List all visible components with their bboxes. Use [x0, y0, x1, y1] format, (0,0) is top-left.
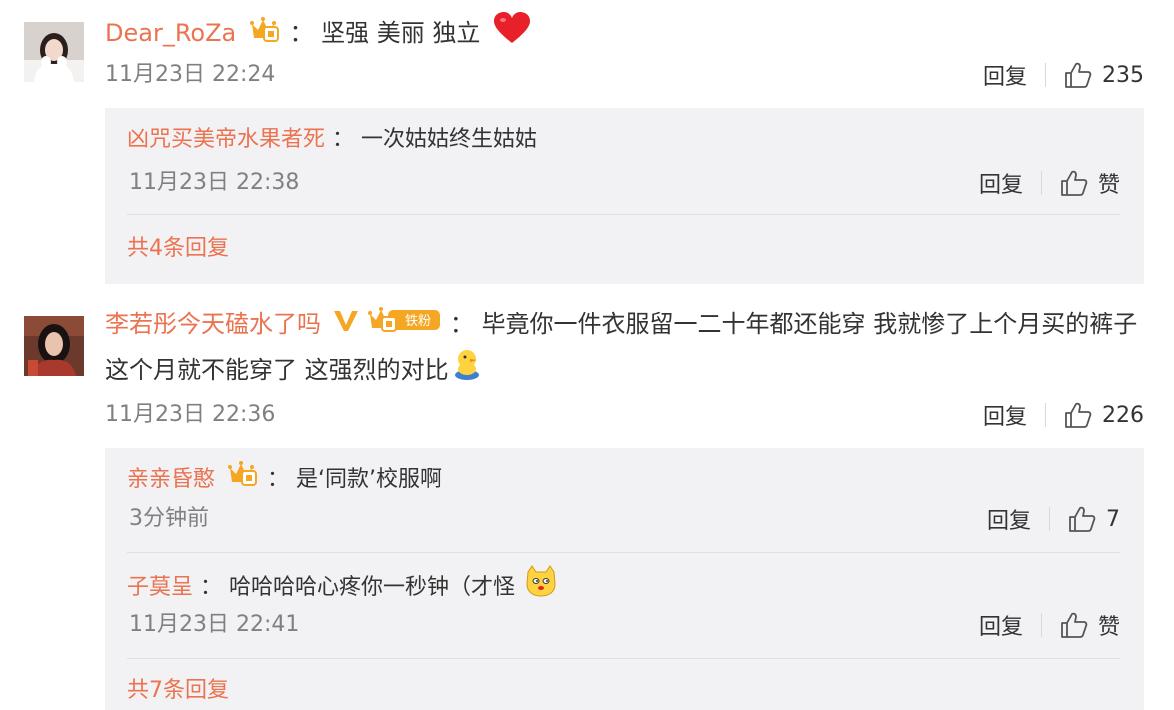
reply-separator: [127, 552, 1120, 553]
comment-time: 11月23日 22:24: [105, 62, 276, 87]
divider: [1049, 507, 1050, 531]
reply-actions: 回复 赞: [979, 168, 1120, 198]
reply-header: 子莫呈 ： 哈哈哈哈心疼你一秒钟（才怪: [127, 564, 1124, 612]
thumbs-up-icon: [1061, 612, 1088, 638]
reply-username[interactable]: 凶咒买美帝水果者死: [127, 127, 325, 152]
reply-actions: 回复 赞: [979, 610, 1120, 640]
reply-username[interactable]: 亲亲昏憨: [127, 467, 215, 492]
colon: ：: [289, 19, 314, 47]
comment-username[interactable]: Dear_RoZa: [105, 19, 236, 47]
like-button[interactable]: 226: [1064, 401, 1144, 429]
thumbs-up-icon: [1061, 170, 1088, 196]
like-button[interactable]: 235: [1064, 61, 1144, 89]
thumbs-up-icon: [1069, 506, 1096, 532]
more-replies-link[interactable]: 共7条回复: [127, 676, 229, 706]
reply-section: 亲亲昏憨 ： 是‘同款’校服啊 3分钟前 回复 7 子莫呈 ： 哈哈哈哈心疼你一…: [105, 448, 1144, 710]
reply-item: 亲亲昏憨 ： 是‘同款’校服啊 3分钟前 回复 7: [105, 448, 1144, 552]
reply-item: 子莫呈 ： 哈哈哈哈心疼你一秒钟（才怪 11月23日 22:41 回复 赞: [105, 554, 1144, 658]
reply-separator: [127, 214, 1120, 215]
thumbs-up-icon: [1065, 402, 1092, 428]
comment-item: Dear_RoZa ： 坚强 美丽 独立 11月23日 22:24 回复 235…: [0, 0, 1174, 290]
reply-header: 亲亲昏憨 ： 是‘同款’校服啊: [127, 460, 1124, 500]
divider: [1040, 171, 1042, 195]
user-avatar[interactable]: [24, 316, 84, 376]
colon: ：: [267, 467, 290, 492]
reply-button[interactable]: 回复: [983, 399, 1027, 431]
more-replies-link[interactable]: 共4条回复: [127, 234, 229, 264]
reply-text: 是‘同款’校服啊: [296, 467, 443, 492]
colon: ：: [449, 310, 474, 338]
reply-time: 11月23日 22:38: [129, 170, 300, 195]
reply-username[interactable]: 子莫呈: [127, 575, 193, 600]
crown-vip-badge-icon[interactable]: [249, 14, 280, 54]
comment-item: 李若彤今天磕水了吗 铁粉 ： 毕竟你一件衣服留一二十年都还能穿 我就惨了上个月买…: [0, 296, 1174, 710]
divider: [1045, 63, 1046, 87]
reply-text: 一次姑姑终生姑姑: [361, 127, 538, 152]
colon: ：: [332, 127, 355, 152]
like-button[interactable]: 赞: [1060, 609, 1120, 641]
like-label: 赞: [1097, 615, 1120, 640]
reply-time: 3分钟前: [129, 506, 209, 531]
heart-emoji-icon: [494, 12, 531, 56]
reply-section: 凶咒买美帝水果者死 ： 一次姑姑终生姑姑 11月23日 22:38 回复 赞 共…: [105, 108, 1144, 284]
comment-username[interactable]: 李若彤今天磕水了吗: [105, 310, 321, 338]
comment-actions: 回复 235: [983, 59, 1144, 91]
fan-badge-label: 铁粉: [405, 314, 431, 329]
colon: ：: [200, 575, 223, 600]
reply-button[interactable]: 回复: [987, 503, 1031, 535]
reply-button[interactable]: 回复: [983, 59, 1027, 91]
doge-emoji-icon: [524, 564, 558, 612]
comment-text: 坚强 美丽 独立: [321, 19, 481, 47]
reply-header: 凶咒买美帝水果者死 ： 一次姑姑终生姑姑: [127, 120, 1124, 160]
comment-time: 11月23日 22:36: [105, 402, 276, 427]
like-button[interactable]: 7: [1068, 505, 1120, 533]
crown-vip-badge-icon[interactable]: [228, 460, 258, 500]
v-verified-icon[interactable]: [333, 303, 359, 347]
comment-actions: 回复 226: [983, 399, 1144, 431]
reply-separator: [127, 658, 1120, 659]
comment-header: Dear_RoZa ： 坚强 美丽 独立: [105, 12, 1144, 56]
crown-fan-badge-icon[interactable]: 铁粉: [368, 303, 442, 347]
like-count: 235: [1102, 62, 1144, 88]
reply-time: 11月23日 22:41: [129, 612, 300, 637]
divider: [1040, 613, 1042, 637]
reply-text: 哈哈哈哈心疼你一秒钟（才怪: [229, 575, 516, 600]
divider: [1045, 403, 1046, 427]
like-label: 赞: [1097, 173, 1120, 198]
user-avatar[interactable]: [24, 22, 84, 82]
like-count: 7: [1106, 506, 1120, 532]
reply-actions: 回复 7: [987, 503, 1120, 535]
reply-button[interactable]: 回复: [979, 609, 1023, 641]
reply-item: 凶咒买美帝水果者死 ： 一次姑姑终生姑姑 11月23日 22:38 回复 赞: [105, 108, 1144, 212]
duck-emoji-icon: [453, 347, 481, 395]
like-count: 226: [1102, 402, 1144, 428]
thumbs-up-icon: [1065, 62, 1092, 88]
reply-button[interactable]: 回复: [979, 167, 1023, 199]
comment-header: 李若彤今天磕水了吗 铁粉 ： 毕竟你一件衣服留一二十年都还能穿 我就惨了上个月买…: [105, 302, 1140, 395]
like-button[interactable]: 赞: [1060, 167, 1120, 199]
